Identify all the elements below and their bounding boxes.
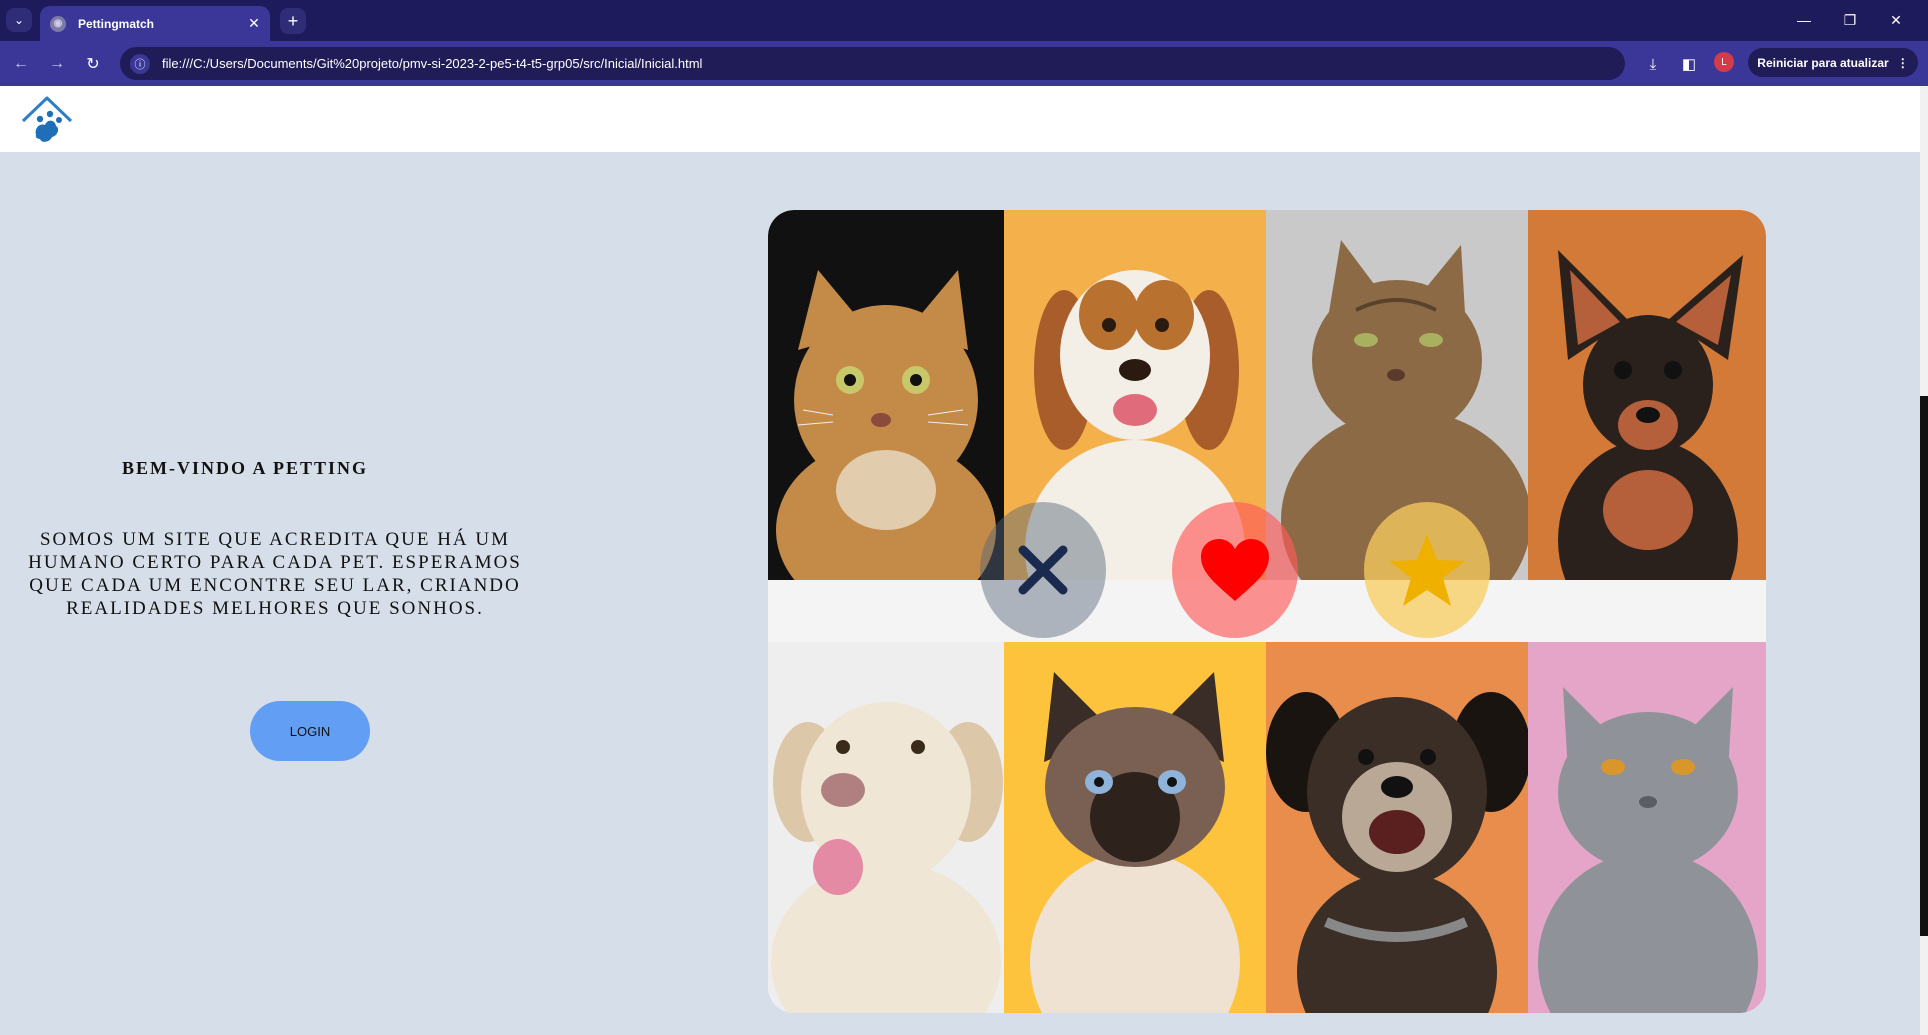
scrollbar-thumb[interactable] [1920,396,1928,936]
welcome-title: BEM-VINDO A PETTING [121,458,369,478]
page-scrollbar[interactable] [1920,86,1928,1035]
more-menu-icon[interactable]: ⋮ [1897,56,1909,70]
pet-photo-dog-mixed-terrier [1266,642,1528,1013]
tab-close-icon[interactable]: ✕ [244,15,264,32]
pet-photo-cat-siamese [1004,642,1266,1013]
pettingmatch-logo-icon[interactable] [20,95,74,147]
address-bar[interactable]: ⓘ file:///C:/Users/Documents/Git%20proje… [120,47,1625,80]
pet-photo-cat-bengal [768,210,1004,580]
side-panel-icon[interactable]: ◧ [1676,51,1702,77]
restore-icon[interactable]: ❐ [1828,8,1872,32]
tab-title: Pettingmatch [78,16,155,31]
pet-gallery [768,210,1766,1013]
browser-tabbar: ⌄ ◉ Pettingmatch ✕ + — ❐ ✕ [0,0,1928,41]
browser-tab-active[interactable]: ◉ Pettingmatch ✕ [40,6,270,41]
pet-photo-dog-miniature-pinscher [1528,210,1766,580]
pet-photo-dog-labrador [768,642,1004,1013]
like-button[interactable] [1172,502,1298,638]
address-url: file:///C:/Users/Documents/Git%20projeto… [162,56,703,71]
welcome-description: SOMOS UM SITE QUE ACREDITA QUE HÁ UM HUM… [28,529,522,619]
login-button[interactable]: LOGIN [250,701,370,761]
back-icon[interactable]: ← [8,51,34,77]
pet-photo-cat-british-shorthair [1528,642,1766,1013]
reject-button[interactable] [980,502,1106,638]
heart-icon [1201,539,1269,601]
download-icon[interactable]: ⤓ [1640,51,1666,77]
reload-icon[interactable]: ↻ [80,51,106,77]
close-window-icon[interactable]: ✕ [1874,8,1918,32]
favorite-button[interactable] [1364,502,1490,638]
star-icon [1389,534,1465,606]
update-browser-label: Reiniciar para atualizar [1757,55,1889,70]
tab-search-dropdown-icon[interactable]: ⌄ [6,8,32,32]
update-browser-button[interactable]: Reiniciar para atualizar ⋮ [1748,48,1918,77]
site-info-icon[interactable]: ⓘ [130,53,150,74]
x-icon [1018,545,1068,595]
profile-avatar[interactable]: L [1714,52,1734,72]
site-header [0,86,1920,152]
browser-toolbar: ← → ↻ ⓘ file:///C:/Users/Documents/Git%2… [0,41,1928,86]
forward-icon[interactable]: → [44,51,70,77]
new-tab-button[interactable]: + [280,8,306,34]
minimize-icon[interactable]: — [1782,8,1826,32]
tab-favicon-icon: ◉ [50,15,66,32]
